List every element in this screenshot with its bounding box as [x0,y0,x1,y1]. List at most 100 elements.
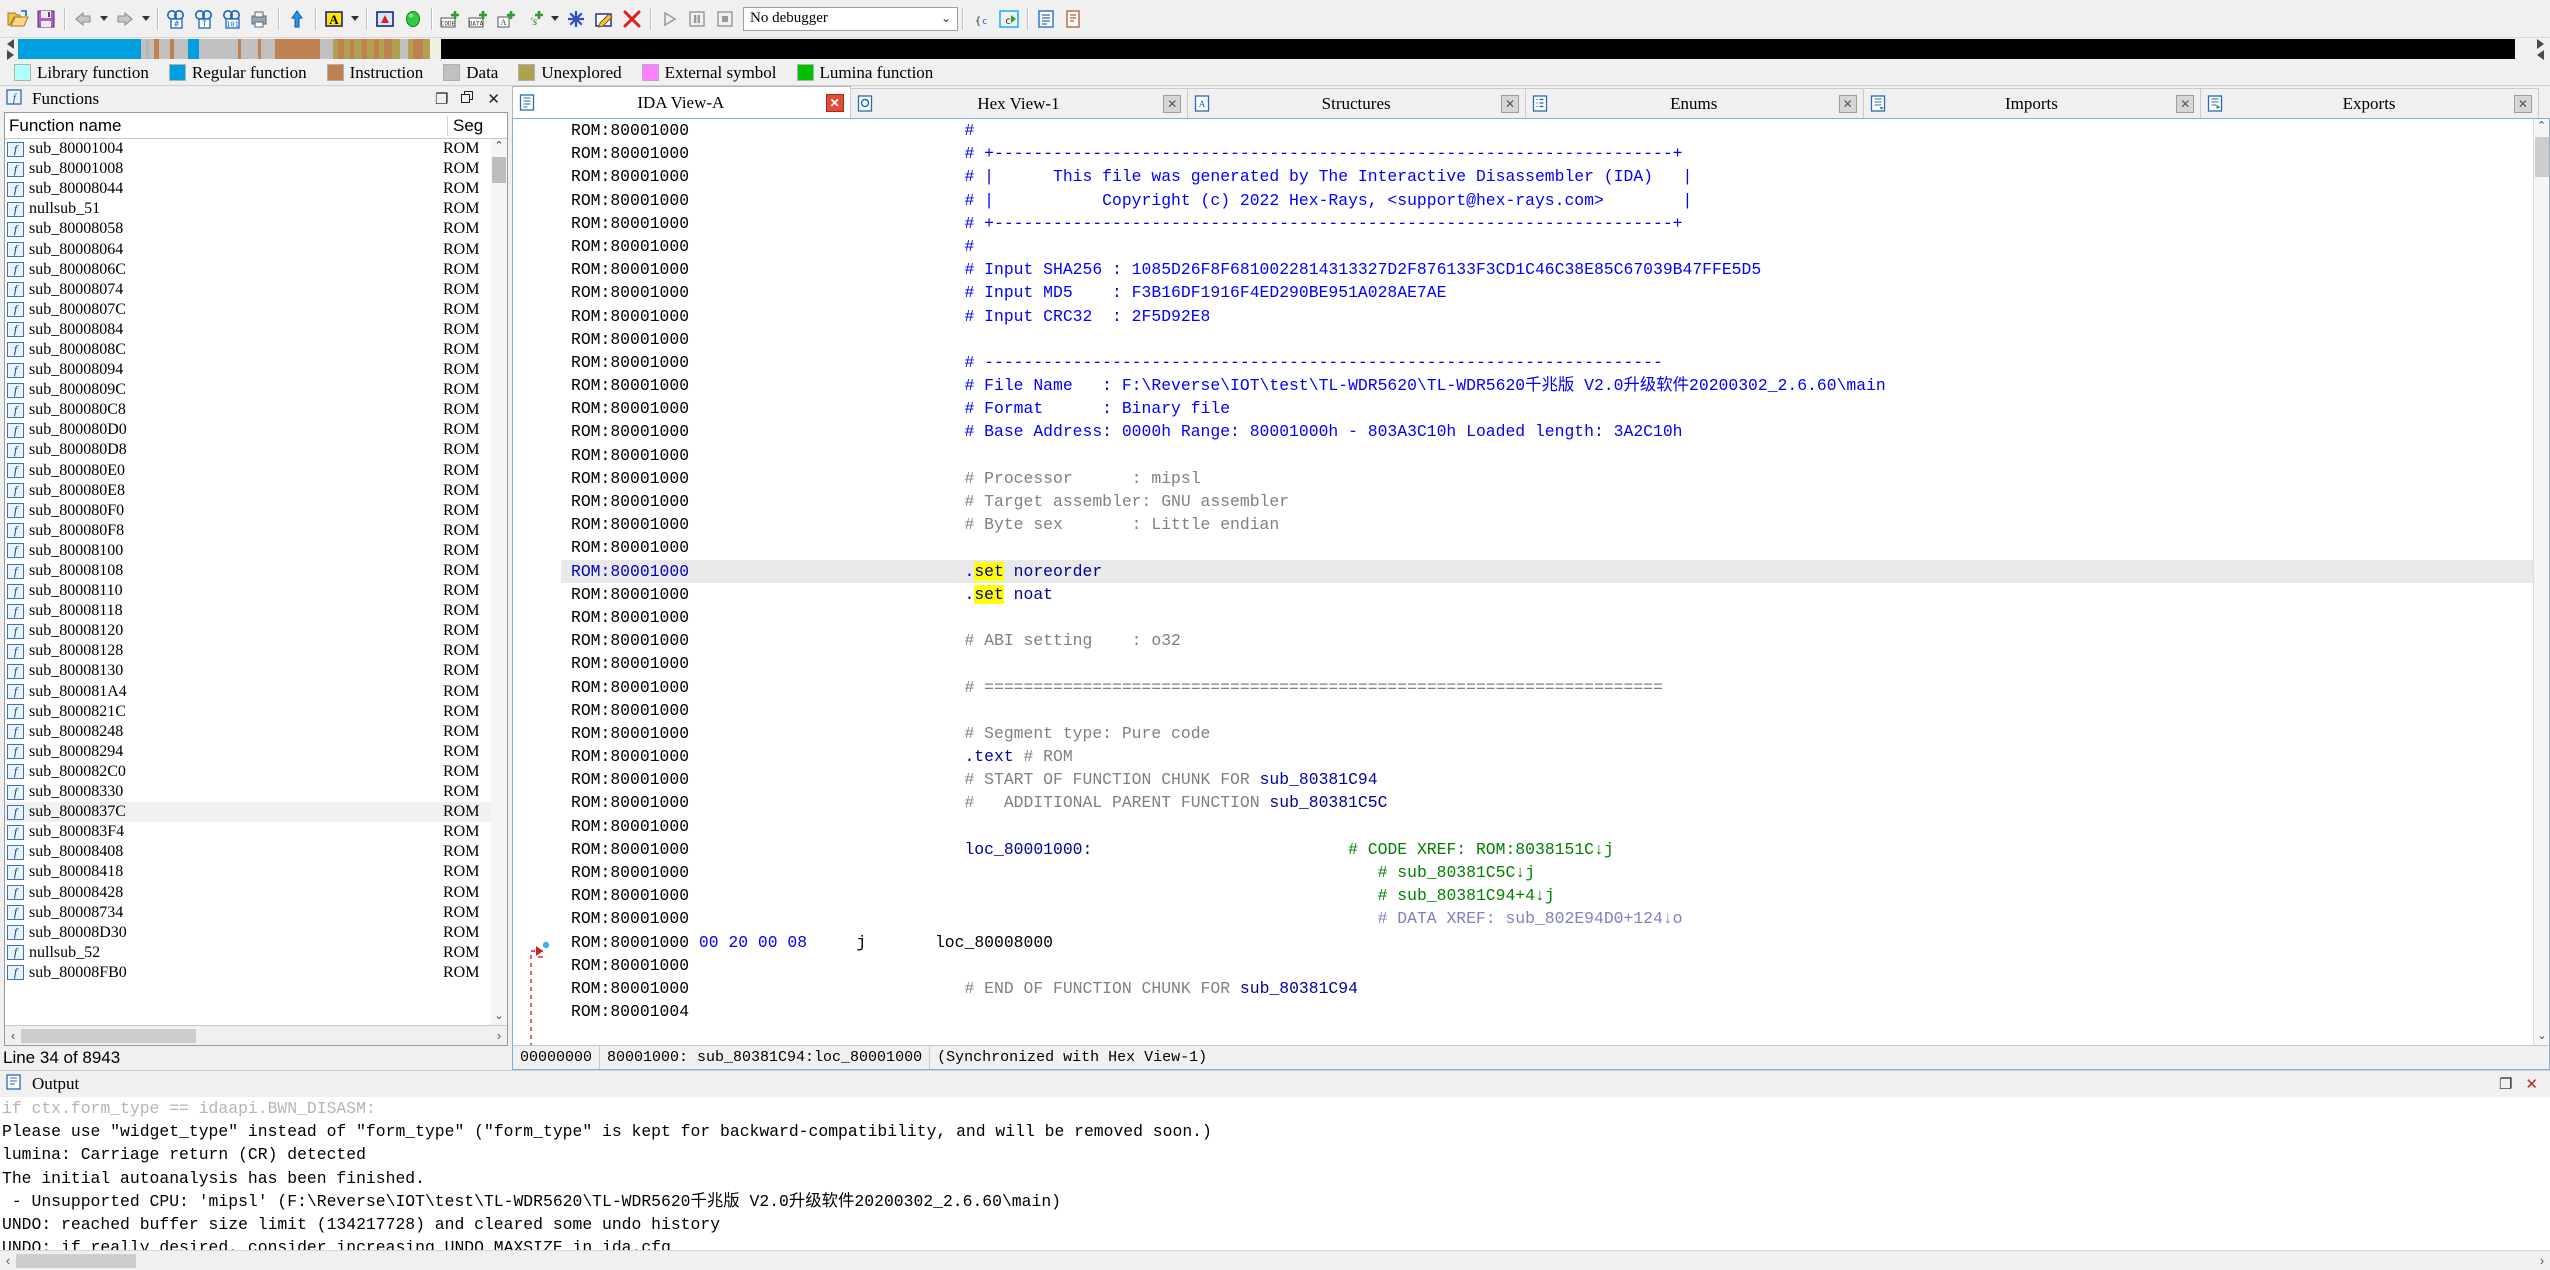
output-close-icon[interactable]: ✕ [2525,1077,2538,1092]
out-hscroll-right-icon[interactable]: › [2534,1253,2550,1268]
nav-segment[interactable] [198,39,238,59]
scroll-thumb[interactable] [492,157,506,183]
nav-segment[interactable] [354,39,362,59]
tab-hex-view-1[interactable]: Hex View-1 ✕ [849,88,1189,118]
panel-restore-icon[interactable]: ❐ [435,92,448,107]
nav-segment[interactable] [400,39,408,59]
disassembly-line[interactable]: ROM:80001000 # ABI setting : o32 [561,629,2549,652]
disassembly-line[interactable]: ROM:80001000 [561,699,2549,722]
function-list-item[interactable]: f sub_80008118 ROM [5,601,507,621]
disassembly-line[interactable]: ROM:80001004 [561,1000,2549,1023]
functions-horizontal-scrollbar[interactable]: ‹ › [5,1025,507,1045]
out-hscroll-thumb[interactable] [16,1253,136,1268]
disassembly-line[interactable]: ROM:80001000 # END OF FUNCTION CHUNK FOR… [561,977,2549,1000]
tab-imports[interactable]: Imports ✕ [1862,88,2202,118]
hscroll-left-icon[interactable]: ‹ [5,1028,21,1043]
disassembly-line[interactable]: ROM:80001000 [561,815,2549,838]
function-list-item[interactable]: f sub_8000806C ROM [5,260,507,280]
function-list-item[interactable]: f sub_80008330 ROM [5,782,507,802]
disassembly-line[interactable]: ROM:80001000 # sub_80381C94+4↓j [561,884,2549,907]
disassembly-line[interactable]: ROM:80001000 [561,536,2549,559]
nav-segment[interactable] [413,39,424,59]
function-list-item[interactable]: f sub_80001008 ROM [5,159,507,179]
function-list-item[interactable]: f sub_80008100 ROM [5,541,507,561]
disassembly-line[interactable]: ROM:80001000 # [561,235,2549,258]
new-item-icon[interactable] [1060,5,1088,33]
make-struct-icon[interactable] [562,5,590,33]
disassembly-line[interactable]: ROM:80001000 # | This file was generated… [561,165,2549,188]
disassembly-line[interactable]: ROM:80001000 [561,328,2549,351]
tab-close-icon[interactable]: ✕ [1163,94,1182,113]
function-list-item[interactable]: f sub_800080E8 ROM [5,481,507,501]
function-list-item[interactable]: f sub_80008064 ROM [5,239,507,259]
scroll-up-icon[interactable]: ⌃ [2534,119,2549,135]
function-list-item[interactable]: f sub_80008108 ROM [5,561,507,581]
function-list-item[interactable]: f sub_80008120 ROM [5,621,507,641]
disassembly-line[interactable]: ROM:80001000 # Segment type: Pure code [561,722,2549,745]
nav-segment[interactable] [158,39,171,59]
function-list-item[interactable]: f nullsub_51 ROM [5,199,507,219]
function-list-item[interactable]: f sub_80008D30 ROM [5,923,507,943]
function-list-item[interactable]: f sub_80008110 ROM [5,581,507,601]
panel-maximize-icon[interactable] [461,91,474,107]
function-list-item[interactable]: f sub_80008058 ROM [5,219,507,239]
make-code-icon[interactable]: CODE [436,5,464,33]
pause-icon[interactable] [683,5,711,33]
search-text-icon[interactable]: T [190,5,218,33]
function-list-item[interactable]: f sub_800081A4 ROM [5,682,507,702]
font-a-icon[interactable]: A [320,5,348,33]
tab-exports[interactable]: Exports ✕ [2200,88,2539,118]
output-log[interactable]: if ctx.form_type == idaapi.BWN_DISASM: Pl… [0,1097,2550,1250]
disassembly-line[interactable]: ROM:80001000 # Input CRC32 : 2F5D92E8 [561,305,2549,328]
hscroll-right-icon[interactable]: › [491,1028,507,1043]
search-hash-icon[interactable]: # [162,5,190,33]
search-binary-icon[interactable]: 101 [218,5,246,33]
warning-a-icon[interactable] [371,5,399,33]
disassembly-line[interactable]: ROM:80001000 # [561,119,2549,142]
tab-close-icon[interactable]: ✕ [825,93,844,112]
disassembly-line[interactable]: ROM:80001000 # Target assembler: GNU ass… [561,490,2549,513]
function-list-item[interactable]: f sub_80008408 ROM [5,842,507,862]
disassembly-line[interactable]: ROM:80001000 # Input MD5 : F3B16DF1916F4… [561,281,2549,304]
function-list-item[interactable]: f sub_80008130 ROM [5,661,507,681]
debugger-select[interactable]: No debugger ⌄ [743,6,958,31]
nav-segment[interactable] [241,39,258,59]
scroll-thumb[interactable] [2535,137,2549,177]
stop-icon[interactable] [711,5,739,33]
disassembly-line[interactable]: ROM:80001000 # ADDITIONAL PARENT FUNCTIO… [561,791,2549,814]
print-icon[interactable] [246,5,274,33]
disassembly-view[interactable]: ROM:80001000 # ROM:80001000 # +----------… [513,119,2549,1045]
function-list-item[interactable]: f sub_8000837C ROM [5,802,507,823]
scroll-down-icon[interactable]: ⌄ [2534,1029,2549,1045]
function-list-item[interactable]: f sub_80008294 ROM [5,742,507,762]
back-arrow-icon[interactable] [69,5,97,33]
function-list-item[interactable]: f sub_8000821C ROM [5,702,507,722]
scroll-up-icon[interactable]: ⌃ [491,139,507,155]
function-list-item[interactable]: f sub_8000809C ROM [5,380,507,400]
functions-list[interactable]: ⌃ ⌄ f sub_80001004 ROM f sub_80001008 ROMf sub… [5,139,507,1025]
forward-arrow-icon[interactable] [111,5,139,33]
function-list-item[interactable]: f sub_800082C0 ROM [5,762,507,782]
function-list-item[interactable]: f sub_800080F0 ROM [5,501,507,521]
nav-segment[interactable] [275,39,321,59]
disassembly-line[interactable]: ROM:80001000 # DATA XREF: sub_802E94D0+1… [561,907,2549,930]
step-over-icon[interactable]: c [995,5,1023,33]
out-hscroll-left-icon[interactable]: ‹ [0,1253,16,1268]
open-file-icon[interactable] [4,5,32,33]
scroll-down-icon[interactable]: ⌄ [491,1009,507,1025]
function-list-item[interactable]: f sub_8000808C ROM [5,340,507,360]
forward-dropdown-icon[interactable] [139,5,153,33]
disassembly-line[interactable]: ROM:80001000 [561,954,2549,977]
edit-icon[interactable] [590,5,618,33]
function-list-item[interactable]: f sub_80001004 ROM [5,139,507,159]
function-list-item[interactable]: f sub_80008084 ROM [5,320,507,340]
tab-close-icon[interactable]: ✕ [1838,94,1857,113]
function-list-item[interactable]: f sub_80008428 ROM [5,882,507,902]
disassembly-line[interactable]: ROM:80001000 # START OF FUNCTION CHUNK F… [561,768,2549,791]
column-header-function-name[interactable]: Function name [5,116,447,136]
disassembly-line[interactable]: ROM:80001000 # Input SHA256 : 1085D26F8F… [561,258,2549,281]
disassembly-line[interactable]: ROM:80001000 # File Name : F:\Reverse\IO… [561,374,2549,397]
run-icon[interactable] [655,5,683,33]
disassembly-line[interactable]: ROM:80001000 # | Copyright (c) 2022 Hex-… [561,189,2549,212]
function-list-item[interactable]: f sub_80008FB0 ROM [5,963,507,983]
